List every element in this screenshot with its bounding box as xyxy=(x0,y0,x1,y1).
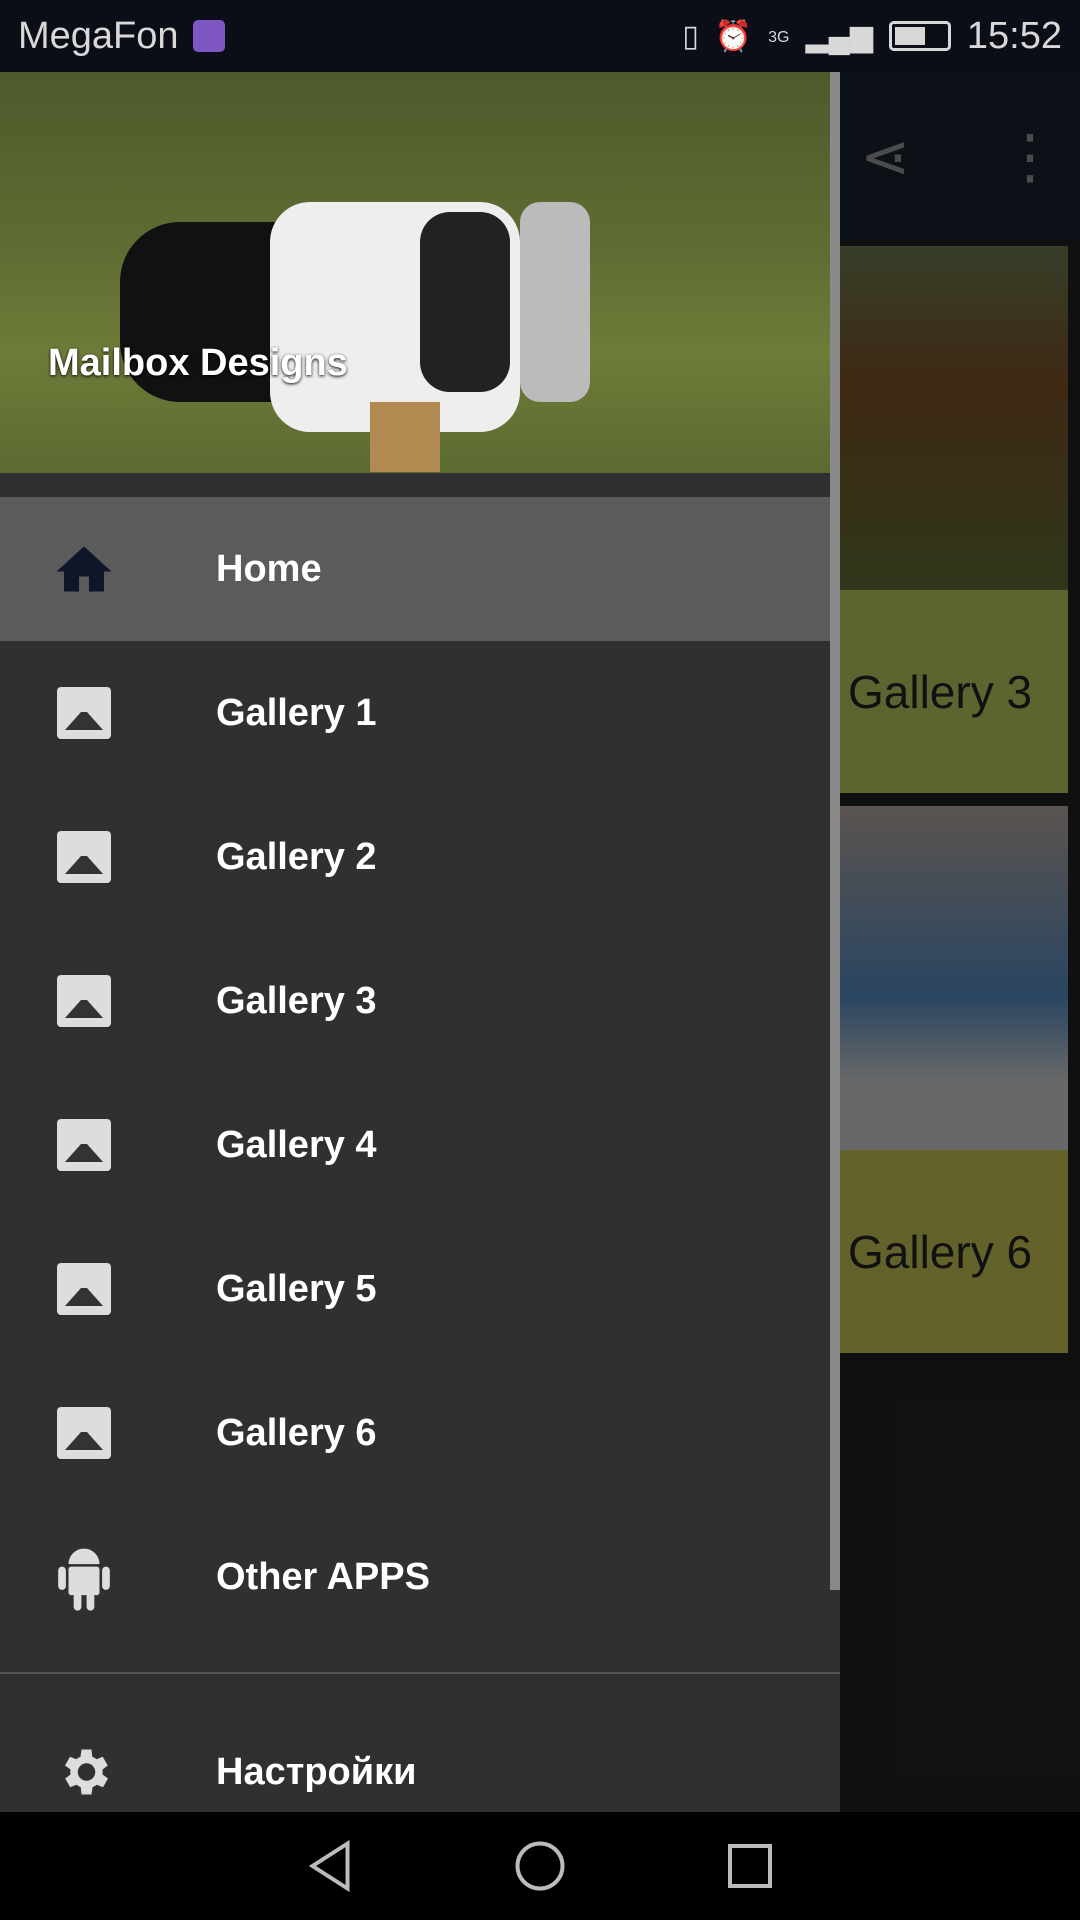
gear-icon xyxy=(42,1742,126,1802)
drawer-item-label: Настройки xyxy=(216,1750,417,1793)
image-icon xyxy=(57,687,111,739)
drawer-header-title: Mailbox Designs xyxy=(48,342,348,384)
drawer-item-label: Gallery 5 xyxy=(216,1267,377,1310)
carrier-name: MegaFon xyxy=(18,14,179,57)
battery-icon xyxy=(888,21,951,51)
gallery-card[interactable]: Gallery 6 xyxy=(840,806,1068,1353)
drawer-item-settings[interactable]: Настройки xyxy=(0,1700,840,1812)
recents-icon[interactable] xyxy=(720,1836,780,1896)
gallery-card[interactable]: Gallery 3 xyxy=(840,246,1068,793)
drawer-divider xyxy=(0,1672,840,1674)
card-image xyxy=(840,806,1068,1150)
drawer-header: Mailbox Designs xyxy=(0,72,840,473)
signal-icon: ▂▄▆ xyxy=(805,19,873,53)
android-icon xyxy=(42,1540,126,1614)
drawer-item-label: Gallery 4 xyxy=(216,1123,377,1166)
vibrate-icon: ▯ xyxy=(682,19,699,53)
drawer-item-gallery-2[interactable]: Gallery 2 xyxy=(0,785,840,929)
drawer-scrollbar[interactable] xyxy=(830,72,840,1590)
image-icon xyxy=(57,1407,111,1459)
drawer-item-gallery-3[interactable]: Gallery 3 xyxy=(0,929,840,1073)
alarm-icon: ⏰ xyxy=(714,19,753,53)
back-icon[interactable] xyxy=(300,1836,360,1896)
navigation-drawer: Mailbox Designs Home Gallery 1 Gallery 2… xyxy=(0,72,840,1812)
card-image xyxy=(840,246,1068,590)
clock: 15:52 xyxy=(966,14,1062,57)
home-icon xyxy=(42,544,126,594)
drawer-item-label: Gallery 3 xyxy=(216,979,377,1022)
drawer-item-label: Other APPS xyxy=(216,1555,430,1598)
drawer-item-label: Home xyxy=(216,547,322,590)
image-icon xyxy=(57,831,111,883)
drawer-item-other-apps[interactable]: Other APPS xyxy=(0,1505,840,1649)
image-icon xyxy=(57,1263,111,1315)
card-label: Gallery 3 xyxy=(840,590,1068,793)
drawer-item-gallery-1[interactable]: Gallery 1 xyxy=(0,641,840,785)
system-nav-bar xyxy=(0,1812,1080,1920)
status-bar: MegaFon ▯ ⏰ 3G ▂▄▆ 15:52 xyxy=(0,0,1080,72)
drawer-item-gallery-6[interactable]: Gallery 6 xyxy=(0,1361,840,1505)
image-icon xyxy=(57,1119,111,1171)
gallery-notification-icon xyxy=(192,20,225,52)
network-type: 3G xyxy=(768,28,790,46)
drawer-item-label: Gallery 6 xyxy=(216,1411,377,1454)
drawer-item-label: Gallery 2 xyxy=(216,835,377,878)
image-icon xyxy=(57,975,111,1027)
card-label: Gallery 6 xyxy=(840,1150,1068,1353)
drawer-item-gallery-5[interactable]: Gallery 5 xyxy=(0,1217,840,1361)
drawer-item-home[interactable]: Home xyxy=(0,497,840,641)
header-mailbox-image xyxy=(120,202,590,472)
home-nav-icon[interactable] xyxy=(510,1836,570,1896)
drawer-item-gallery-4[interactable]: Gallery 4 xyxy=(0,1073,840,1217)
drawer-item-label: Gallery 1 xyxy=(216,691,377,734)
